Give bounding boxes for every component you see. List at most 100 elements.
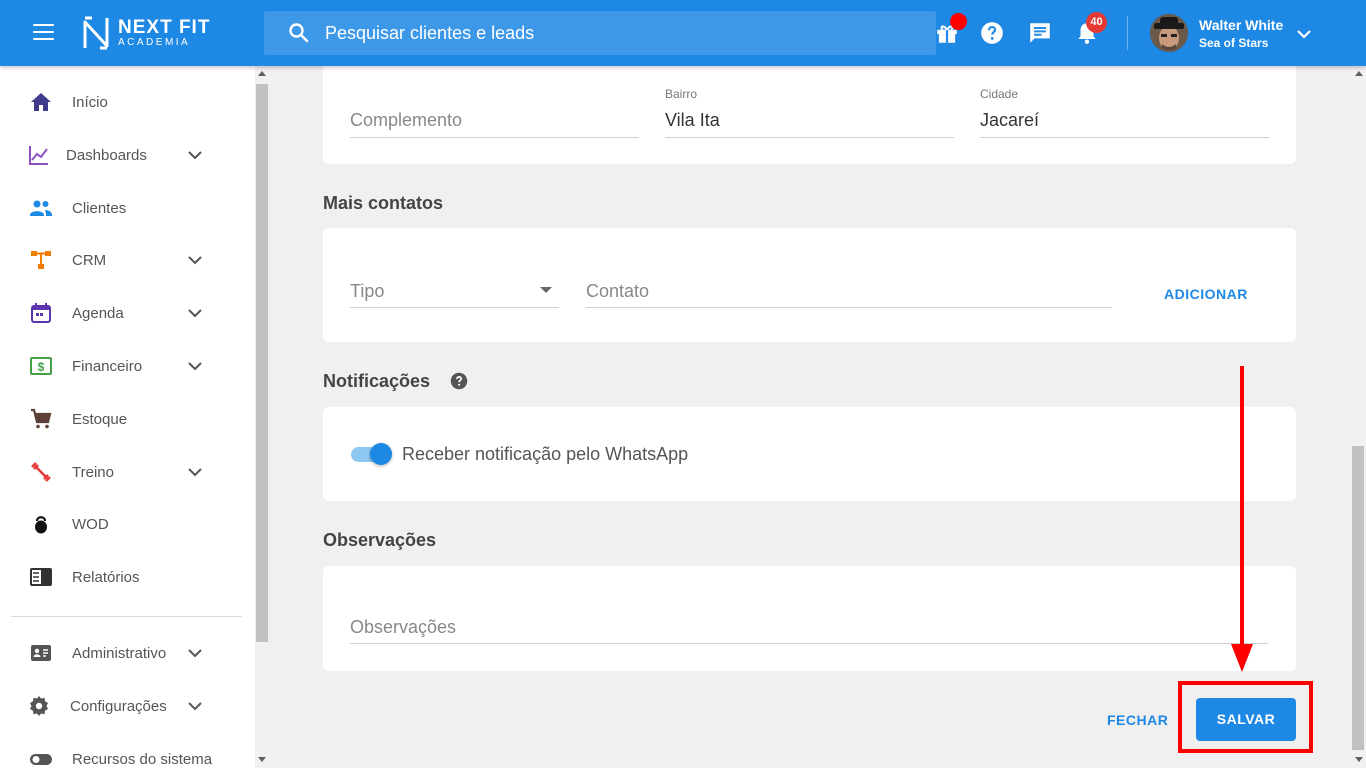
sidebar-item-relatorios[interactable]: Relatórios (0, 552, 255, 602)
notification-count-badge: 40 (1086, 12, 1107, 33)
logo-mark-icon (83, 16, 109, 50)
top-bar: NEXT FIT ACADEMIA 40 (0, 0, 1366, 66)
cidade-label: Cidade (980, 87, 1019, 101)
sidebar-item-crm[interactable]: CRM (0, 235, 255, 285)
sidebar-item-label: Estoque (72, 410, 128, 428)
report-icon (30, 568, 52, 586)
sidebar-item-wod[interactable]: WOD (0, 499, 255, 549)
sidebar-item-inicio[interactable]: Início (0, 77, 255, 127)
kettlebell-icon (35, 516, 47, 534)
sidebar-item-clientes[interactable]: Clientes (0, 183, 255, 233)
observations-section-title: Observações (323, 530, 437, 550)
complemento-underline (350, 137, 639, 138)
money-icon: $ (30, 357, 52, 375)
cidade-field[interactable]: Jacareí (980, 110, 1039, 131)
sidebar-item-label: WOD (72, 515, 109, 533)
scroll-down-arrow-icon[interactable] (258, 757, 266, 762)
chevron-down-icon[interactable] (1294, 24, 1314, 44)
sidebar-item-label: CRM (72, 251, 107, 269)
address-card (323, 58, 1296, 164)
observations-card (323, 566, 1296, 671)
chevron-down-icon (188, 702, 202, 711)
sidebar-item-estoque[interactable]: Estoque (0, 394, 255, 444)
user-name[interactable]: Walter White (1199, 17, 1283, 33)
crm-icon (31, 251, 51, 269)
sidebar-item-financeiro[interactable]: $ Financeiro (0, 341, 255, 391)
sidebar-divider (11, 616, 242, 617)
dumbbell-icon (31, 462, 51, 482)
tipo-select[interactable]: Tipo (350, 281, 384, 302)
gear-icon (30, 696, 48, 716)
sidebar-item-label: Treino (72, 463, 114, 481)
logo[interactable]: NEXT FIT ACADEMIA (82, 16, 210, 50)
sidebar-item-label: Configurações (70, 697, 167, 715)
id-card-icon (31, 645, 51, 661)
annotation-arrow (1240, 366, 1244, 648)
chevron-down-icon (188, 151, 202, 160)
people-icon (30, 200, 52, 216)
annotation-arrow-head (1231, 644, 1253, 672)
sidebar-item-label: Clientes (72, 199, 127, 217)
sidebar-item-label: Relatórios (72, 568, 140, 586)
bairro-label: Bairro (665, 87, 698, 101)
search-input[interactable] (325, 22, 885, 44)
toggle-icon (30, 754, 52, 765)
home-icon (31, 93, 51, 111)
sidebar-item-agenda[interactable]: Agenda (0, 288, 255, 338)
chevron-down-icon (188, 309, 202, 318)
help-icon[interactable] (450, 372, 468, 390)
bairro-field[interactable]: Vila Ita (665, 110, 720, 131)
gift-alert-dot (950, 13, 967, 30)
observations-underline (350, 643, 1268, 644)
sidebar: Início Dashboards Clientes CRM Agenda $ … (0, 66, 255, 768)
chart-icon (29, 146, 48, 165)
sidebar-item-treino[interactable]: Treino (0, 447, 255, 497)
main-scrollbar-thumb[interactable] (1352, 446, 1364, 750)
menu-icon[interactable] (33, 24, 54, 42)
sidebar-item-configuracoes[interactable]: Configurações (0, 681, 255, 731)
contato-field[interactable]: Contato (586, 281, 649, 302)
user-photo-icon (1150, 14, 1188, 52)
search-bar[interactable] (264, 11, 936, 55)
whatsapp-toggle-knob[interactable] (370, 443, 392, 465)
chat-icon[interactable] (1027, 20, 1053, 46)
annotation-highlight-box (1178, 681, 1313, 753)
avatar[interactable] (1150, 14, 1188, 52)
scroll-up-arrow-icon[interactable] (258, 71, 266, 76)
sidebar-item-label: Recursos do sistema (72, 750, 213, 768)
close-button[interactable]: FECHAR (1107, 712, 1168, 728)
contacts-section-title: Mais contatos (323, 193, 444, 213)
sidebar-item-recursos-do-sistema[interactable]: Recursos do sistema (0, 734, 255, 768)
sidebar-item-label: Dashboards (66, 146, 147, 164)
observations-field[interactable]: Observações (350, 617, 456, 638)
svg-text:$: $ (38, 360, 45, 374)
header-divider (1127, 16, 1128, 50)
sidebar-item-label: Administrativo (72, 644, 167, 662)
scroll-up-arrow-icon[interactable] (1355, 71, 1363, 76)
chevron-down-icon (188, 362, 202, 371)
search-icon (289, 23, 309, 43)
whatsapp-toggle-label[interactable]: Receber notificação pelo WhatsApp (402, 444, 688, 465)
bairro-underline (665, 137, 954, 138)
calendar-icon (31, 303, 51, 323)
chevron-down-icon (188, 649, 202, 658)
help-icon[interactable] (979, 20, 1005, 46)
contacts-card (323, 228, 1296, 342)
logo-title: NEXT FIT (118, 17, 211, 38)
sidebar-item-administrativo[interactable]: Administrativo (0, 628, 255, 678)
sidebar-item-label: Início (72, 93, 108, 111)
cart-icon (31, 408, 52, 429)
complemento-field[interactable]: Complemento (350, 110, 462, 131)
logo-subtitle: ACADEMIA (118, 37, 191, 48)
dropdown-arrow-icon[interactable] (538, 285, 554, 295)
user-organization[interactable]: Sea of Stars (1199, 36, 1268, 50)
add-contact-button[interactable]: ADICIONAR (1164, 286, 1248, 302)
chevron-down-icon (188, 256, 202, 265)
notifications-section-title: Notificações (323, 371, 431, 391)
tipo-underline (350, 307, 559, 308)
sidebar-item-dashboards[interactable]: Dashboards (0, 130, 255, 180)
cidade-underline (980, 137, 1269, 138)
sidebar-scrollbar-thumb[interactable] (256, 84, 268, 642)
scroll-down-arrow-icon[interactable] (1355, 757, 1363, 762)
sidebar-item-label: Financeiro (72, 357, 143, 375)
